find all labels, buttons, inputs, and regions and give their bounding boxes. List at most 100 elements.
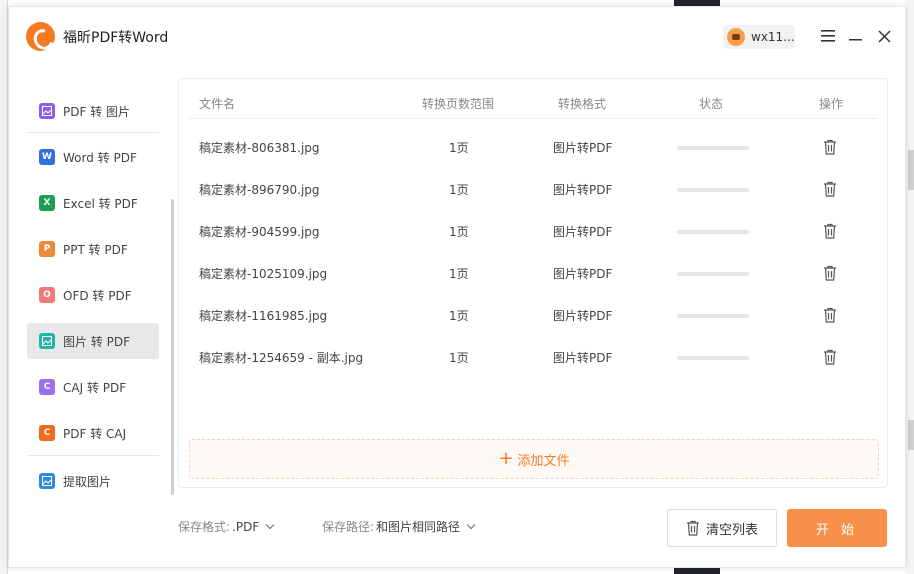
sidebar-item[interactable]: O OFD 转 PDF <box>27 277 159 313</box>
background-window-edge-right <box>906 0 914 574</box>
ppt-icon: P <box>39 241 55 257</box>
column-header-status: 状态 <box>699 97 724 111</box>
conversion-format: 图片转PDF <box>553 309 613 323</box>
delete-icon[interactable] <box>823 181 839 197</box>
background-taskbar-fragment-bottom <box>674 568 720 574</box>
add-files-button[interactable]: + 添加文件 <box>189 439 879 479</box>
minimize-button[interactable] <box>845 25 867 47</box>
column-header-filename: 文件名 <box>199 97 236 111</box>
user-account[interactable]: wx11... <box>723 25 795 49</box>
conversion-format: 图片转PDF <box>553 141 613 155</box>
close-button[interactable] <box>873 25 895 47</box>
delete-icon[interactable] <box>823 139 839 155</box>
status-progress-bar <box>677 230 749 234</box>
table-row: 稿定素材-896790.jpg 1页 图片转PDF <box>189 167 877 209</box>
sidebar-item-label: Excel 转 PDF <box>63 196 138 211</box>
page-range: 1页 <box>449 351 469 365</box>
word-icon: W <box>39 149 55 165</box>
foxit-logo-icon <box>26 22 55 51</box>
status-progress-bar <box>677 272 749 276</box>
column-header-actions: 操作 <box>819 97 844 111</box>
table-row: 稿定素材-1254659 - 副本.jpg 1页 图片转PDF <box>189 335 877 377</box>
sidebar-item[interactable]: P PPT 转 PDF <box>27 231 159 267</box>
save-path-label: 保存路径: <box>322 520 375 534</box>
file-list-panel: 文件名 转换页数范围 转换格式 状态 操作 稿定素材-806381.jpg 1页图… <box>178 78 888 488</box>
file-name: 稿定素材-1254659 - 副本.jpg <box>199 351 364 365</box>
save-path-value: 和图片相同路径 <box>376 520 461 534</box>
sidebar: PDF 转 图片 W Word 转 PDF X Excel 转 PDF P PPT 转 PD… <box>27 93 159 509</box>
start-label: 开 始 <box>815 522 859 538</box>
background-window-edge <box>0 0 8 574</box>
conversion-format: 图片转PDF <box>553 267 613 281</box>
excel-icon: X <box>39 195 55 211</box>
clear-list-label: 清空列表 <box>705 522 758 538</box>
column-header-page-range: 转换页数范围 <box>422 97 495 111</box>
file-name: 稿定素材-1161985.jpg <box>199 309 328 323</box>
table-row: 稿定素材-806381.jpg 1页 图片转PDF <box>189 125 877 167</box>
sidebar-item-label: PDF 转 图片 <box>63 104 131 119</box>
file-name: 稿定素材-904599.jpg <box>199 225 320 239</box>
save-path-select[interactable]: 保存路径: 和图片相同路径 <box>322 518 476 535</box>
page-range: 1页 <box>449 141 469 155</box>
column-header-format: 转换格式 <box>558 97 607 111</box>
sidebar-item[interactable]: 图片 转 PDF <box>27 323 159 359</box>
table-row: 稿定素材-904599.jpg 1页 图片转PDF <box>189 209 877 251</box>
chevron-down-icon <box>266 520 275 529</box>
delete-icon[interactable] <box>823 307 839 323</box>
caj-icon: C <box>39 379 55 395</box>
table-row: 稿定素材-1025109.jpg 1页 图片转PDF <box>189 251 877 293</box>
conversion-format: 图片转PDF <box>553 225 613 239</box>
sidebar-divider <box>27 132 159 133</box>
sidebar-item[interactable]: PDF 转 图片 <box>27 93 159 129</box>
sidebar-item-label: OFD 转 PDF <box>63 288 132 303</box>
close-icon <box>877 29 891 43</box>
sidebar-item-label: 图片 转 PDF <box>63 334 131 349</box>
status-progress-bar <box>677 146 749 150</box>
add-files-label: 添加文件 <box>517 453 570 469</box>
sidebar-item-label: CAJ 转 PDF <box>63 380 127 395</box>
save-format-select[interactable]: 保存格式: .PDF <box>178 518 275 535</box>
chevron-down-icon <box>466 520 476 529</box>
delete-icon[interactable] <box>823 265 839 281</box>
sidebar-item-label: PPT 转 PDF <box>63 242 128 257</box>
title-bar: 福昕PDF转Word wx11... <box>9 7 905 65</box>
sidebar-item-label: Word 转 PDF <box>63 150 137 165</box>
sidebar-item[interactable]: X Excel 转 PDF <box>27 185 159 221</box>
conversion-format: 图片转PDF <box>553 351 613 365</box>
file-name: 稿定素材-806381.jpg <box>199 141 320 155</box>
file-name: 稿定素材-896790.jpg <box>199 183 320 197</box>
plus-icon: + <box>498 448 514 469</box>
sidebar-divider <box>27 455 159 456</box>
sidebar-scrollbar[interactable] <box>171 199 174 495</box>
sidebar-item[interactable]: C PDF 转 CAJ <box>27 415 159 451</box>
image-icon <box>39 103 55 119</box>
trash-icon <box>686 520 699 536</box>
sidebar-item-label: 提取图片 <box>63 474 112 489</box>
status-progress-bar <box>677 314 749 318</box>
menu-button[interactable] <box>817 25 839 47</box>
delete-icon[interactable] <box>823 349 839 365</box>
save-format-label: 保存格式: <box>178 520 231 534</box>
page-range: 1页 <box>449 267 469 281</box>
clear-list-button[interactable]: 清空列表 <box>667 509 777 547</box>
user-avatar <box>727 28 745 46</box>
table-row: 稿定素材-1161985.jpg 1页 图片转PDF <box>189 293 877 335</box>
delete-icon[interactable] <box>823 223 839 239</box>
app-window: 福昕PDF转Word wx11... PDF 转 图片 W Word 转 PDF X E… <box>8 6 906 568</box>
status-progress-bar <box>677 356 749 360</box>
sidebar-item[interactable]: W Word 转 PDF <box>27 139 159 175</box>
sidebar-item[interactable]: C CAJ 转 PDF <box>27 369 159 405</box>
image-to-pdf-icon <box>39 333 55 349</box>
app-title: 福昕PDF转Word <box>63 30 169 46</box>
save-format-value: .PDF <box>232 519 260 534</box>
start-button[interactable]: 开 始 <box>787 509 887 547</box>
pdf-to-caj-icon: C <box>39 425 55 441</box>
conversion-format: 图片转PDF <box>553 183 613 197</box>
user-name: wx11... <box>751 30 795 44</box>
sidebar-item-label: PDF 转 CAJ <box>63 426 127 441</box>
page-range: 1页 <box>449 183 469 197</box>
sidebar-item[interactable]: 提取图片 <box>27 463 159 499</box>
hamburger-menu-icon <box>821 30 835 42</box>
page-range: 1页 <box>449 225 469 239</box>
table-header: 文件名 转换页数范围 转换格式 状态 操作 <box>189 79 877 119</box>
